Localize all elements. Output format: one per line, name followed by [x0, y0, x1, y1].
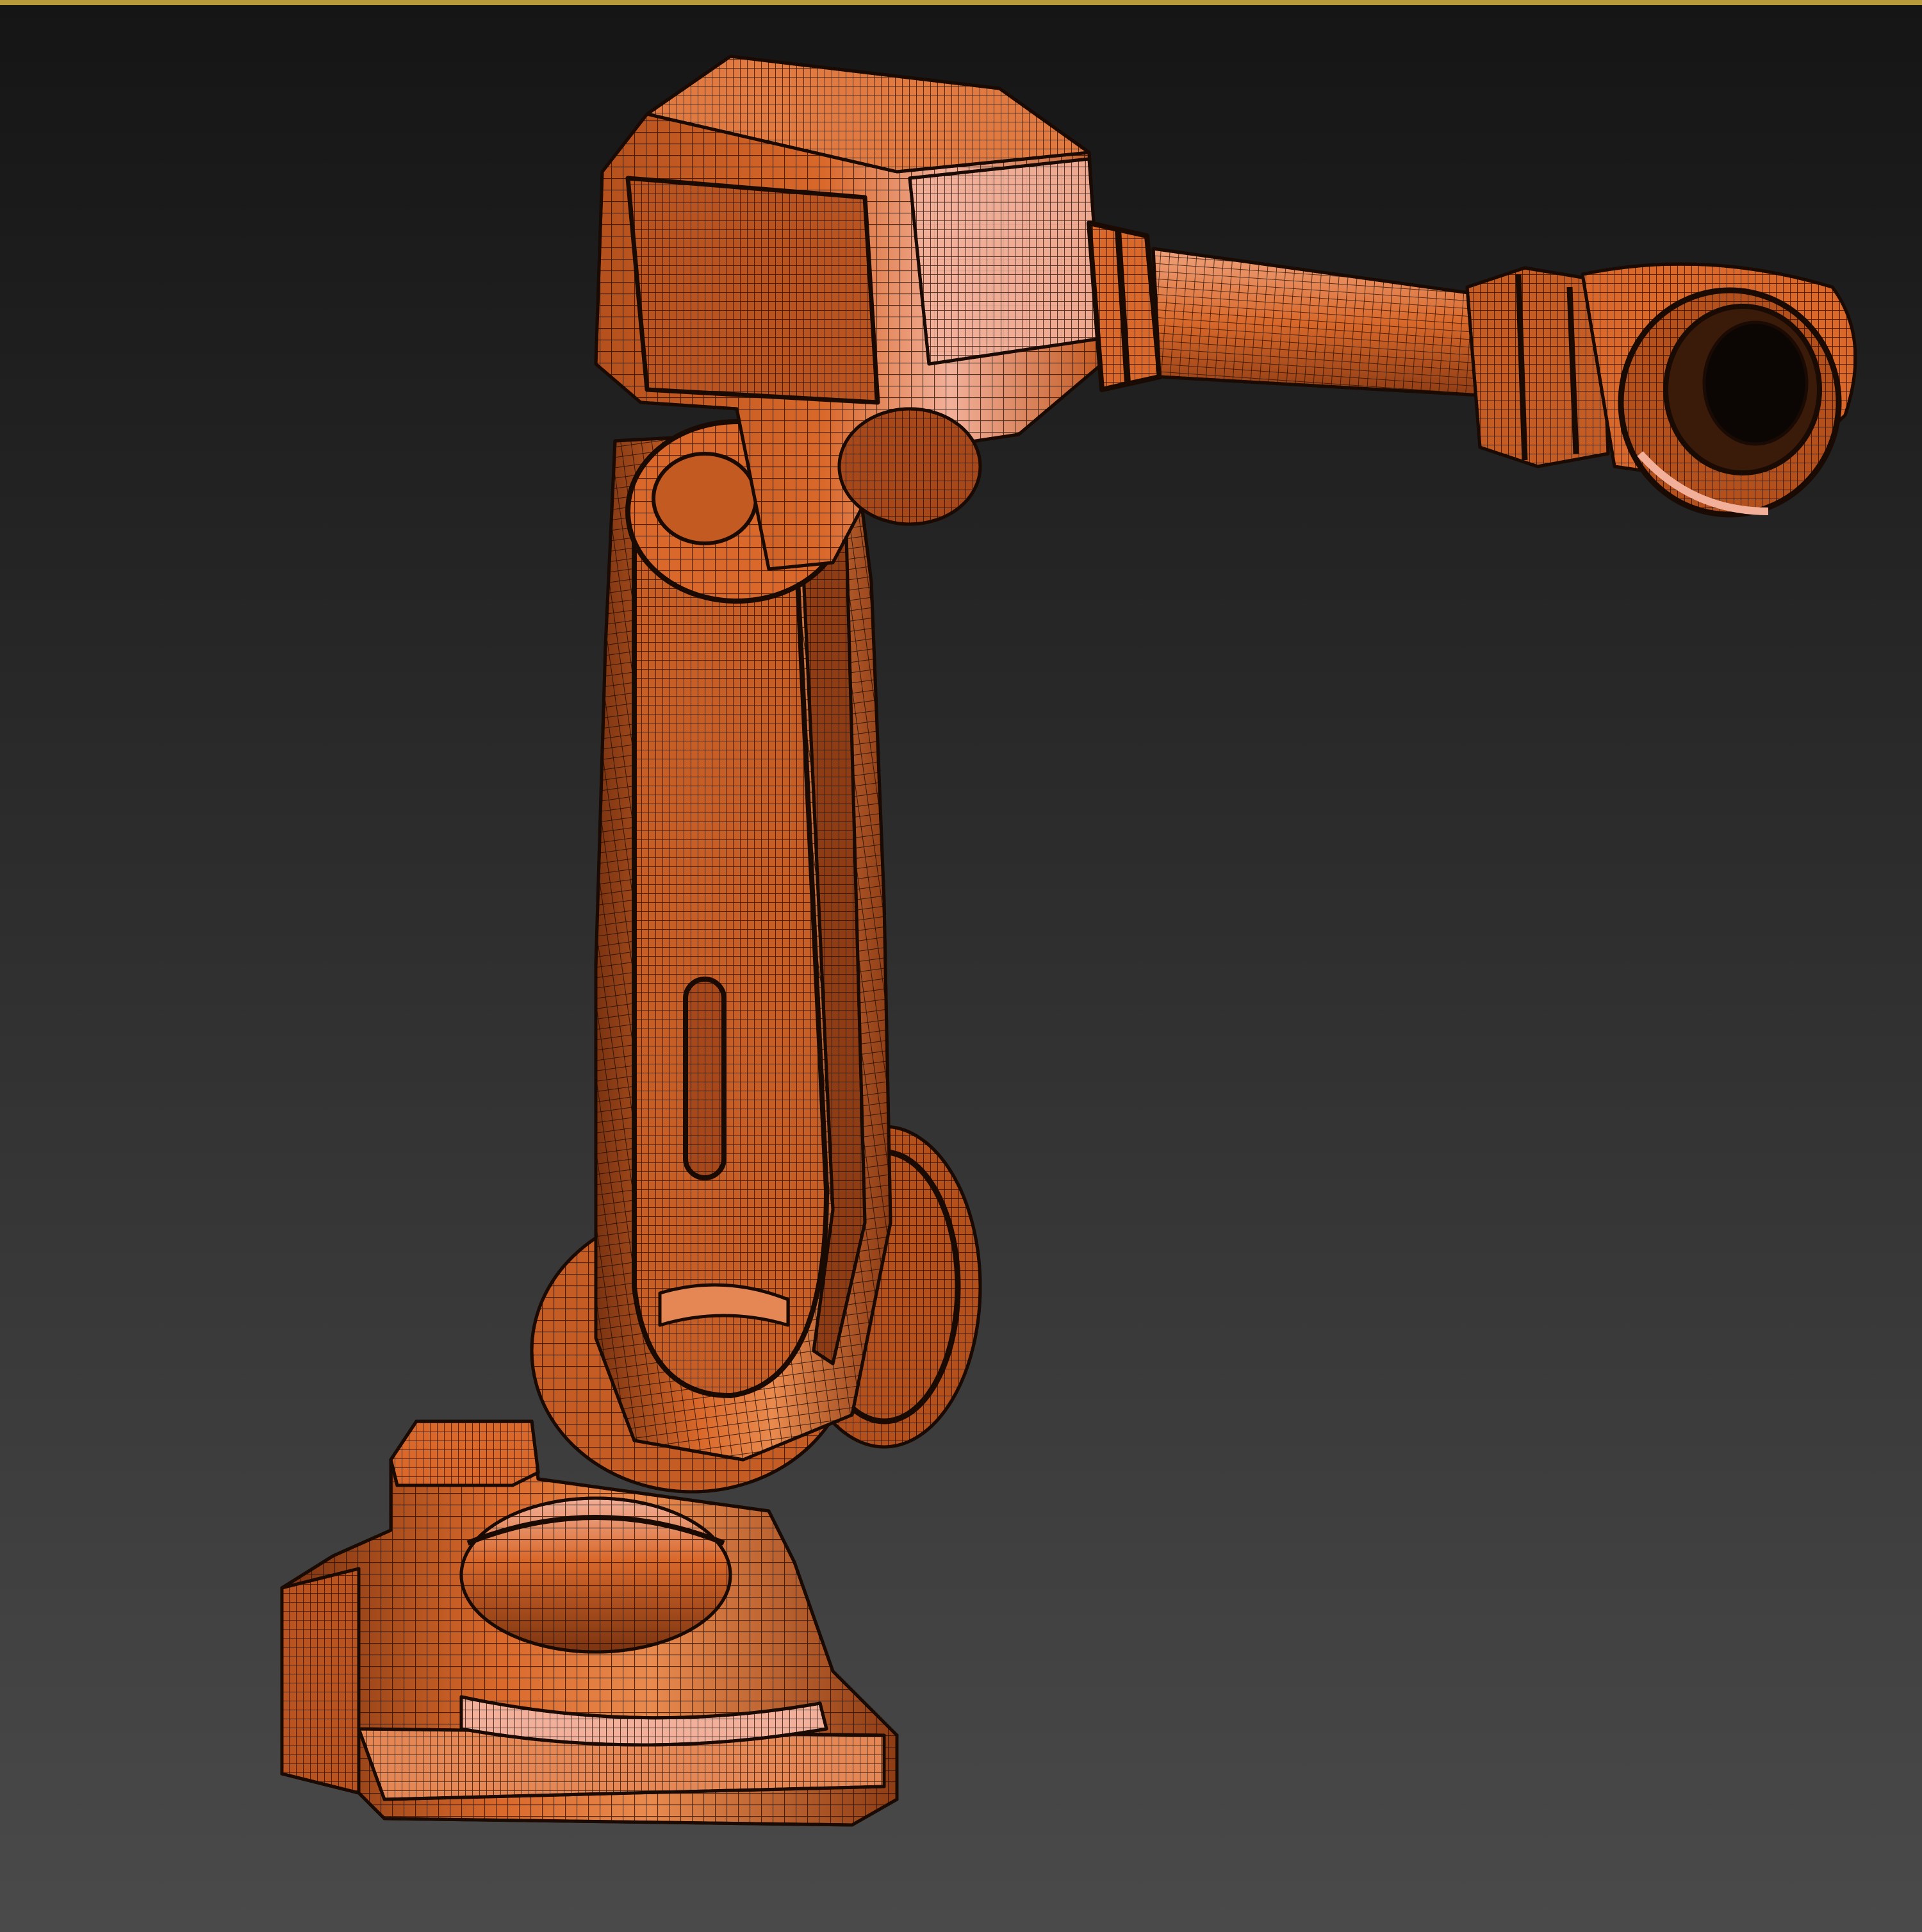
3d-viewport[interactable]	[0, 0, 1922, 1932]
viewport-scene[interactable]	[0, 5, 1922, 1932]
viewport-active-border	[0, 0, 1922, 5]
